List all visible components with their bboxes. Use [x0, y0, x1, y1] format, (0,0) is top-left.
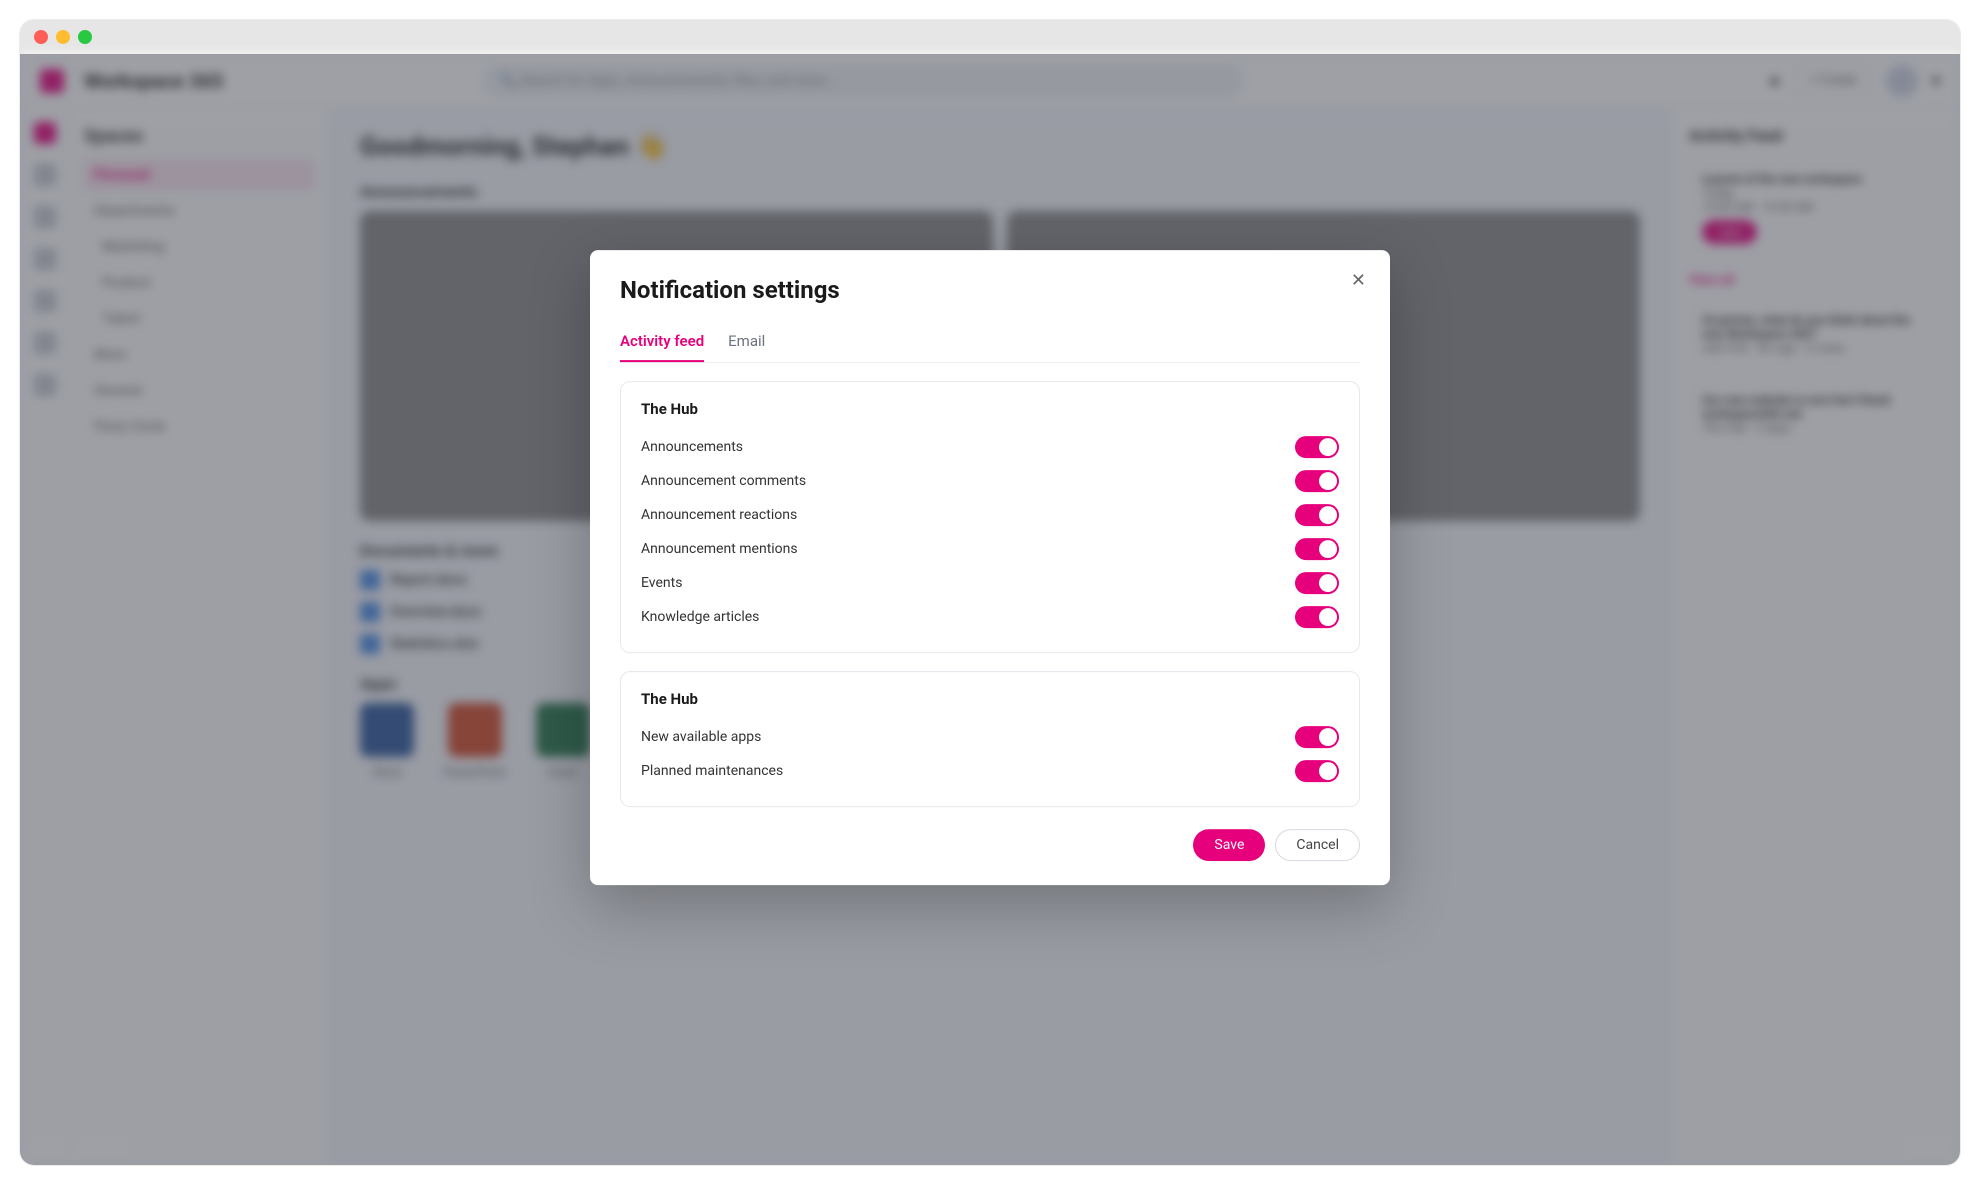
- modal-actions: Save Cancel: [620, 829, 1360, 861]
- toggle-planned-maintenances[interactable]: [1295, 760, 1339, 782]
- setting-row: Announcements: [641, 430, 1339, 464]
- toggle-announcement-reactions[interactable]: [1295, 504, 1339, 526]
- setting-row: Announcement mentions: [641, 532, 1339, 566]
- setting-label: Planned maintenances: [641, 763, 783, 779]
- close-button[interactable]: ✕: [1351, 270, 1366, 291]
- tab-email[interactable]: Email: [728, 322, 765, 362]
- setting-label: Announcement reactions: [641, 507, 797, 523]
- toggle-announcement-comments[interactable]: [1295, 470, 1339, 492]
- toggle-announcement-mentions[interactable]: [1295, 538, 1339, 560]
- window-minimize-icon[interactable]: [56, 30, 70, 44]
- titlebar: [20, 20, 1960, 54]
- setting-row: Announcement reactions: [641, 498, 1339, 532]
- setting-row: New available apps: [641, 720, 1339, 754]
- toggle-knowledge-articles[interactable]: [1295, 606, 1339, 628]
- close-icon: ✕: [1351, 270, 1366, 291]
- settings-group: The Hub New available apps Planned maint…: [620, 671, 1360, 807]
- setting-label: Announcement mentions: [641, 541, 798, 557]
- modal-title: Notification settings: [620, 276, 1360, 304]
- modal-tabs: Activity feed Email: [620, 322, 1360, 363]
- setting-row: Planned maintenances: [641, 754, 1339, 788]
- setting-label: Events: [641, 575, 682, 591]
- setting-label: New available apps: [641, 729, 761, 745]
- toggle-events[interactable]: [1295, 572, 1339, 594]
- save-button[interactable]: Save: [1193, 829, 1265, 861]
- setting-row: Knowledge articles: [641, 600, 1339, 634]
- group-title: The Hub: [641, 690, 1339, 708]
- toggle-announcements[interactable]: [1295, 436, 1339, 458]
- window-zoom-icon[interactable]: [78, 30, 92, 44]
- mac-window: Workspace 365 🔍 Search for Apps, Announc…: [20, 20, 1960, 1165]
- notification-settings-modal: Notification settings ✕ Activity feed Em…: [590, 250, 1390, 885]
- group-title: The Hub: [641, 400, 1339, 418]
- setting-row: Events: [641, 566, 1339, 600]
- toggle-new-apps[interactable]: [1295, 726, 1339, 748]
- setting-label: Knowledge articles: [641, 609, 759, 625]
- settings-group: The Hub Announcements Announcement comme…: [620, 381, 1360, 653]
- cancel-button[interactable]: Cancel: [1275, 829, 1360, 861]
- setting-row: Announcement comments: [641, 464, 1339, 498]
- setting-label: Announcements: [641, 439, 743, 455]
- window-close-icon[interactable]: [34, 30, 48, 44]
- setting-label: Announcement comments: [641, 473, 806, 489]
- tab-activity-feed[interactable]: Activity feed: [620, 322, 704, 362]
